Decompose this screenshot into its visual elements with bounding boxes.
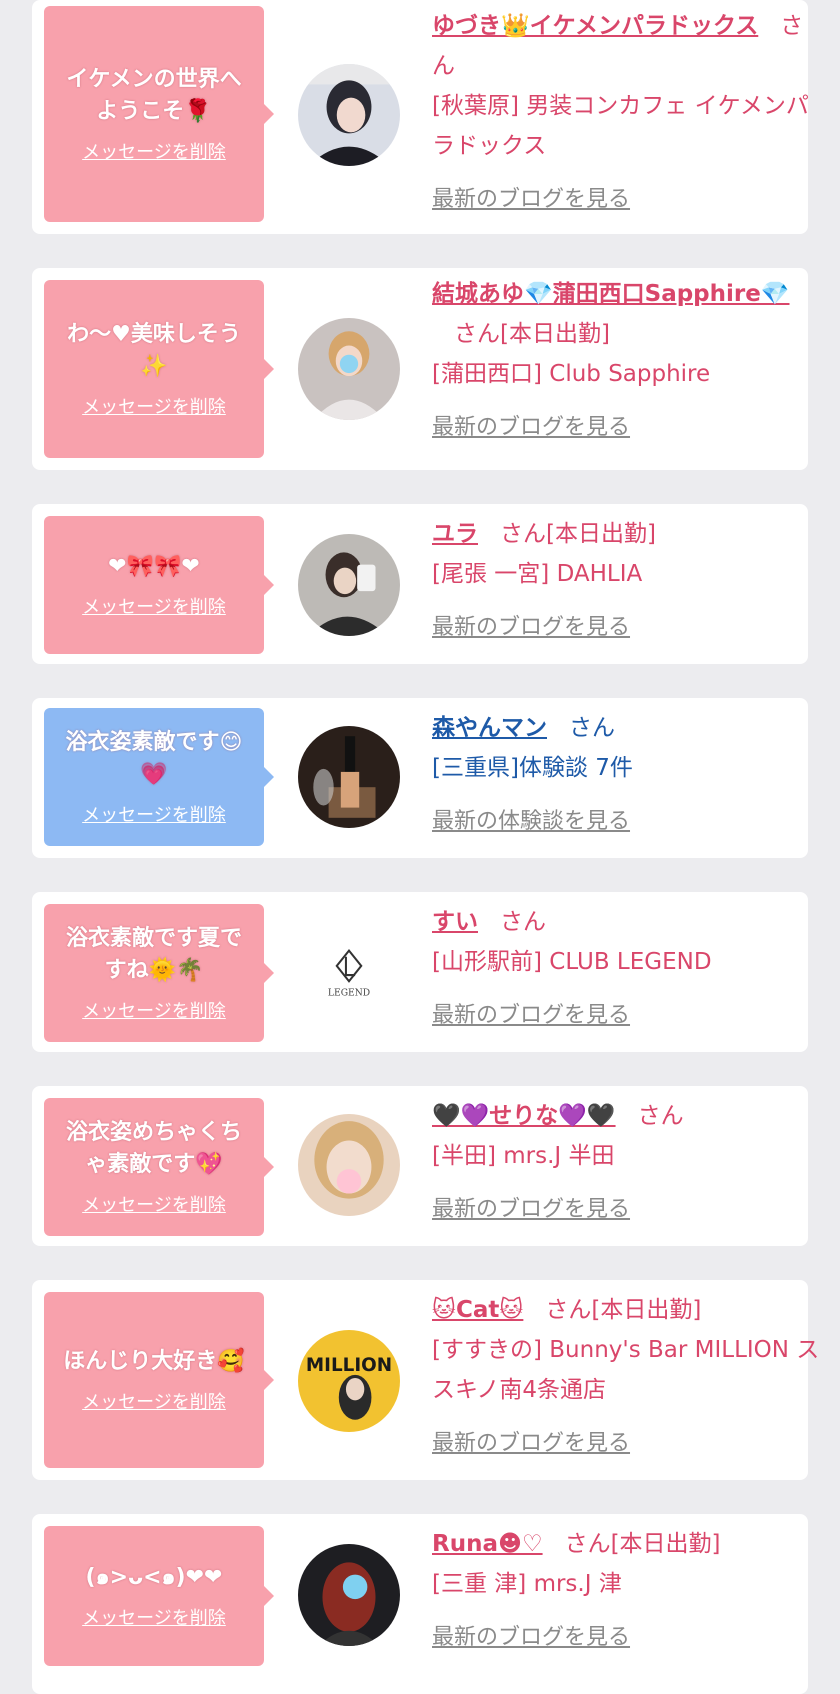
cast-name-link[interactable]: 🐱Cat🐱 xyxy=(432,1297,523,1323)
avatar[interactable] xyxy=(298,318,400,420)
message-card: ほんじり大好き🥰 メッセージを削除 MILLION 🐱Cat🐱 さん[本日出勤] … xyxy=(32,1280,819,1480)
avatar[interactable]: LEGEND xyxy=(298,920,400,1022)
avatar-photo-icon xyxy=(298,1544,400,1646)
latest-blog-link[interactable]: 最新のブログを見る xyxy=(432,1618,824,1658)
svg-text:MILLION: MILLION xyxy=(306,1355,392,1376)
avatar-photo-icon xyxy=(298,534,400,636)
message-bubble: 浴衣姿素敵です😊 💗 メッセージを削除 xyxy=(44,708,274,846)
svg-text:LEGEND: LEGEND xyxy=(328,987,370,998)
cast-name-link[interactable]: ユラ xyxy=(432,521,478,547)
honorific: さん xyxy=(500,521,546,547)
shop-name: [秋葉原] 男装コンカフェ イケメンパラドックス xyxy=(432,93,809,159)
latest-blog-link[interactable]: 最新のブログを見る xyxy=(432,608,824,648)
honorific: さん xyxy=(564,1531,611,1557)
delete-message-link[interactable]: メッセージを削除 xyxy=(82,593,226,619)
delete-message-link[interactable]: メッセージを削除 xyxy=(82,138,226,164)
honorific: さん xyxy=(569,715,615,741)
message-card: (๑>ᴗ<๑)❤❤ メッセージを削除 Runa☻♡ さん[本日出勤] [三重 津]… xyxy=(32,1514,808,1694)
avatar[interactable] xyxy=(298,1544,400,1646)
message-text: 浴衣姿素敵です😊 💗 xyxy=(65,730,243,787)
message-bubble: 浴衣姿めちゃくち ゃ素敵です💖 メッセージを削除 xyxy=(44,1098,274,1236)
cast-name-link[interactable]: 🖤💜せりな💜🖤 xyxy=(432,1103,616,1129)
review-count: [三重県]体験談 7件 xyxy=(432,755,633,781)
message-bubble: (๑>ᴗ<๑)❤❤ メッセージを削除 xyxy=(44,1526,274,1666)
message-text: ほんじり大好き🥰 xyxy=(63,1349,245,1374)
cast-info: すい さん [山形駅前] CLUB LEGEND 最新のブログを見る xyxy=(432,902,824,1036)
avatar-photo-icon: MILLION xyxy=(298,1330,400,1432)
message-bubble: ❤🎀🎀❤ メッセージを削除 xyxy=(44,516,274,654)
delete-message-link[interactable]: メッセージを削除 xyxy=(82,1388,226,1414)
shop-name: [すすきの] Bunny's Bar MILLION ススキノ南4条通店 xyxy=(432,1337,820,1403)
message-text: ❤🎀🎀❤ xyxy=(108,554,200,579)
avatar[interactable] xyxy=(298,64,400,166)
status-badge: [本日出勤] xyxy=(500,321,610,347)
avatar[interactable] xyxy=(298,534,400,636)
cast-info: 森やんマン さん [三重県]体験談 7件 最新の体験談を見る xyxy=(432,708,824,842)
honorific: さん xyxy=(545,1297,592,1323)
status-badge: [本日出勤] xyxy=(610,1531,721,1557)
cast-info: 🐱Cat🐱 さん[本日出勤] [すすきの] Bunny's Bar MILLION… xyxy=(432,1290,824,1464)
message-bubble: 浴衣素敵です夏で すね🌞🌴 メッセージを削除 xyxy=(44,904,274,1042)
avatar[interactable] xyxy=(298,726,400,828)
latest-blog-link[interactable]: 最新のブログを見る xyxy=(432,408,824,448)
cast-info: 🖤💜せりな💜🖤 さん [半田] mrs.J 半田 最新のブログを見る xyxy=(432,1096,824,1230)
delete-message-link[interactable]: メッセージを削除 xyxy=(82,801,226,827)
avatar-photo-icon xyxy=(298,318,400,420)
message-card: ❤🎀🎀❤ メッセージを削除 ユラ さん[本日出勤] [尾張 一宮] DAHLIA … xyxy=(32,504,808,664)
delete-message-link[interactable]: メッセージを削除 xyxy=(82,1604,226,1630)
cast-name-link[interactable]: ゆづき👑イケメンパラドックス xyxy=(432,13,758,39)
message-card: 浴衣姿めちゃくち ゃ素敵です💖 メッセージを削除 🖤💜せりな💜🖤 さん [半田] … xyxy=(32,1086,808,1246)
legend-logo-icon: LEGEND xyxy=(298,920,400,1022)
shop-name: [山形駅前] CLUB LEGEND xyxy=(432,949,712,975)
honorific: さん xyxy=(454,321,500,347)
cast-info: Runa☻♡ さん[本日出勤] [三重 津] mrs.J 津 最新のブログを見る xyxy=(432,1524,824,1658)
shop-name: [三重 津] mrs.J 津 xyxy=(432,1571,622,1597)
cast-name-link[interactable]: 結城あゆ💎蒲田西口Sapphire💎 xyxy=(432,281,790,307)
message-card: わ〜♥美味しそう ✨ メッセージを削除 結城あゆ💎蒲田西口Sapphire💎 さん… xyxy=(32,268,808,470)
status-badge: [本日出勤] xyxy=(591,1297,702,1323)
cast-info: ユラ さん[本日出勤] [尾張 一宮] DAHLIA 最新のブログを見る xyxy=(432,514,824,648)
latest-blog-link[interactable]: 最新のブログを見る xyxy=(432,1190,824,1230)
shop-name: [尾張 一宮] DAHLIA xyxy=(432,561,643,587)
latest-blog-link[interactable]: 最新のブログを見る xyxy=(432,996,824,1036)
reviewer-name-link[interactable]: 森やんマン xyxy=(432,715,547,741)
cast-name-link[interactable]: Runa☻♡ xyxy=(432,1531,543,1557)
shop-name: [蒲田西口] Club Sapphire xyxy=(432,361,711,387)
message-text: わ〜♥美味しそう ✨ xyxy=(67,322,241,379)
cast-name-link[interactable]: すい xyxy=(432,909,478,935)
latest-review-link[interactable]: 最新の体験談を見る xyxy=(432,802,824,842)
message-card: 浴衣素敵です夏で すね🌞🌴 メッセージを削除 LEGEND すい さん [山形駅前… xyxy=(32,892,808,1052)
message-bubble: わ〜♥美味しそう ✨ メッセージを削除 xyxy=(44,280,274,458)
shop-name: [半田] mrs.J 半田 xyxy=(432,1143,615,1169)
avatar-photo-icon xyxy=(298,64,400,166)
avatar[interactable] xyxy=(298,1114,400,1216)
latest-blog-link[interactable]: 最新のブログを見る xyxy=(432,1424,824,1464)
message-text: 浴衣姿めちゃくち ゃ素敵です💖 xyxy=(65,1120,242,1177)
latest-blog-link[interactable]: 最新のブログを見る xyxy=(432,180,824,220)
delete-message-link[interactable]: メッセージを削除 xyxy=(82,393,226,419)
honorific: さん xyxy=(637,1103,684,1129)
message-text: (๑>ᴗ<๑)❤❤ xyxy=(85,1565,223,1590)
honorific: さん xyxy=(500,909,546,935)
avatar-photo-icon xyxy=(298,726,400,828)
message-bubble: ほんじり大好き🥰 メッセージを削除 xyxy=(44,1292,274,1468)
message-text: イケメンの世界へ ようこそ🌹 xyxy=(66,67,242,124)
cast-info: ゆづき👑イケメンパラドックス さん [秋葉原] 男装コンカフェ イケメンパラドック… xyxy=(432,6,824,220)
avatar[interactable]: MILLION xyxy=(298,1330,400,1432)
message-bubble: イケメンの世界へ ようこそ🌹 メッセージを削除 xyxy=(44,6,274,222)
message-card: 浴衣姿素敵です😊 💗 メッセージを削除 森やんマン さん [三重県]体験談 7件 … xyxy=(32,698,808,858)
message-card: イケメンの世界へ ようこそ🌹 メッセージを削除 ゆづき👑イケメンパラドックス さん… xyxy=(32,0,809,234)
delete-message-link[interactable]: メッセージを削除 xyxy=(82,997,226,1023)
status-badge: [本日出勤] xyxy=(546,521,656,547)
cast-info: 結城あゆ💎蒲田西口Sapphire💎 さん[本日出勤] [蒲田西口] Club S… xyxy=(432,274,824,448)
avatar-photo-icon xyxy=(298,1114,400,1216)
message-text: 浴衣素敵です夏で すね🌞🌴 xyxy=(65,926,242,983)
delete-message-link[interactable]: メッセージを削除 xyxy=(82,1191,226,1217)
